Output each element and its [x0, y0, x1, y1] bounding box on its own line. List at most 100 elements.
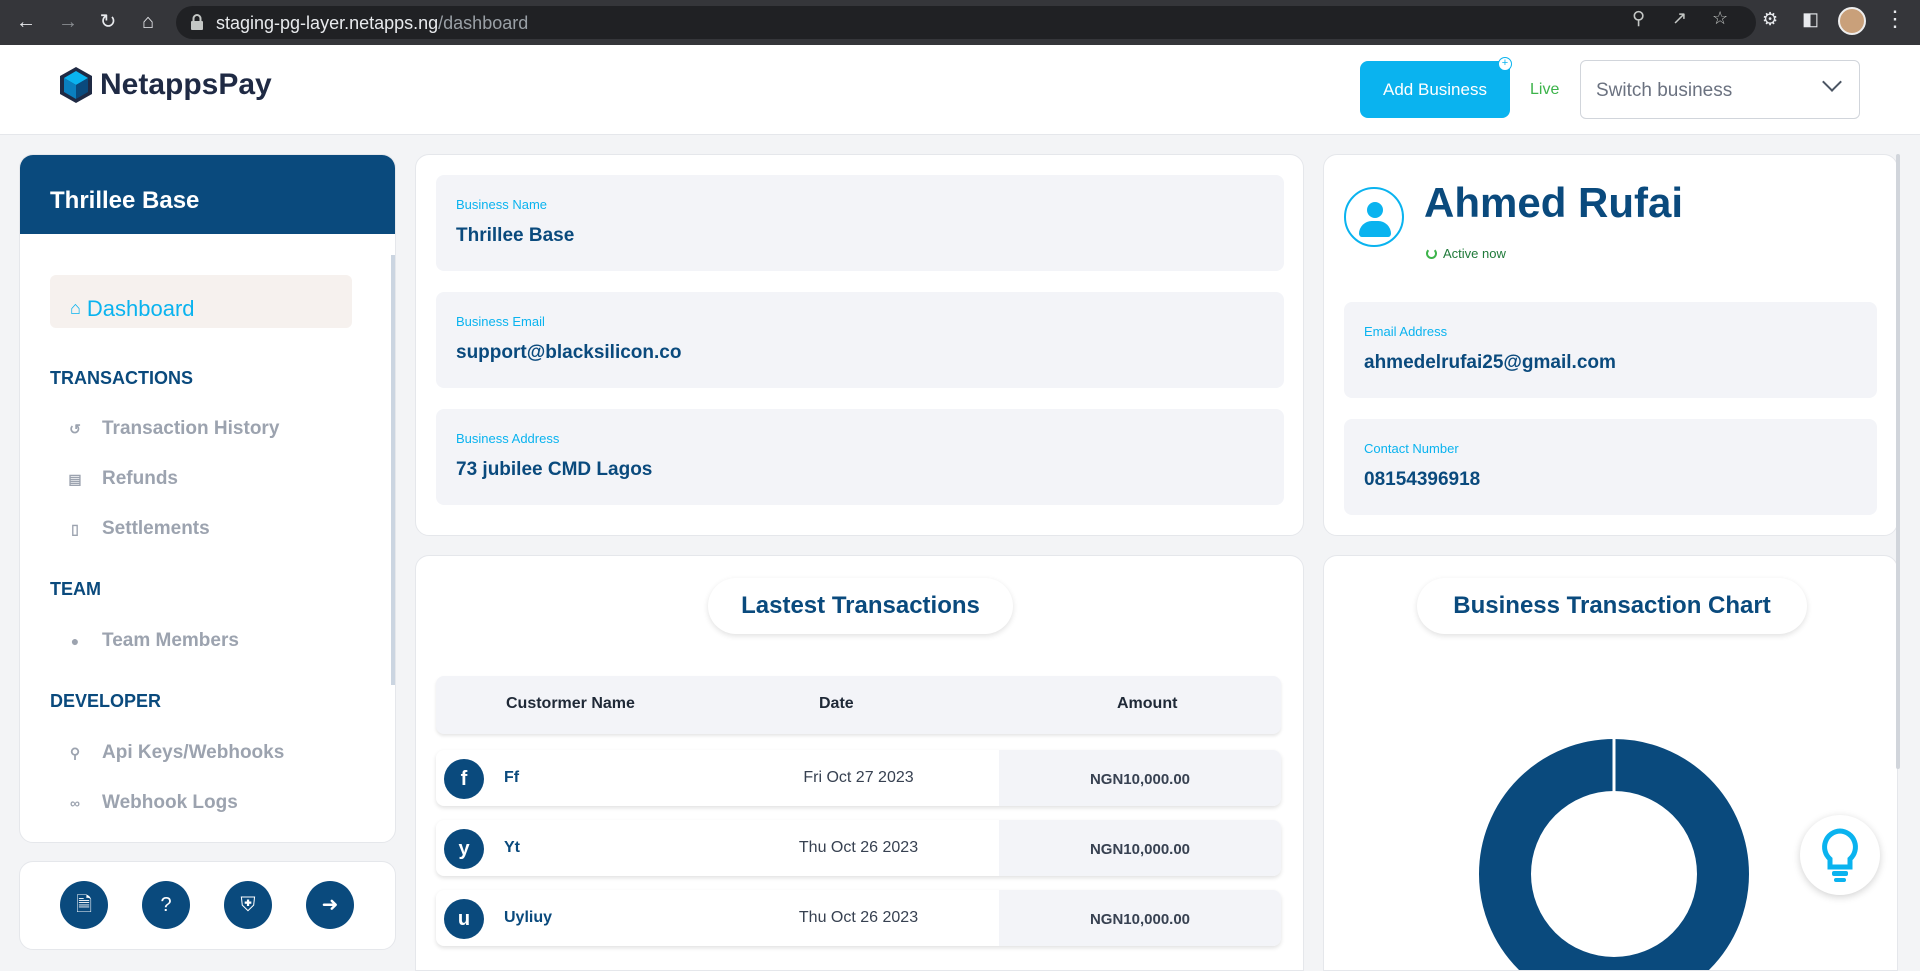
phone-icon: ▯	[71, 520, 79, 537]
extensions-icon[interactable]: ⚙	[1762, 9, 1778, 30]
sidebar-item-refunds[interactable]: ▤ Refunds	[66, 468, 178, 490]
user-avatar-icon	[1344, 187, 1404, 247]
column-header: Amount	[1117, 695, 1178, 712]
sidebar-footer: 🗎 ? ⛨ ➜	[19, 861, 396, 950]
sidebar-item-api-keys[interactable]: ⚲ Api Keys/Webhooks	[66, 742, 284, 764]
receipt-icon: ▤	[68, 470, 82, 487]
user-phone-field: Contact Number 08154396918	[1344, 419, 1877, 515]
back-icon[interactable]: ←	[12, 8, 40, 36]
user-email-field: Email Address ahmedelrufai25@gmail.com	[1344, 302, 1877, 398]
browser-toolbar: ← → ↻ ⌂ staging-pg-layer.netapps.ng/dash…	[0, 0, 1920, 45]
star-icon[interactable]: ☆	[1712, 8, 1728, 29]
menu-icon[interactable]: ⋮	[1884, 6, 1906, 32]
sidebar-item-label: Transaction History	[102, 418, 280, 439]
switch-business-placeholder: Switch business	[1596, 80, 1733, 101]
sidebar-item-label: Refunds	[102, 468, 178, 489]
url-text: staging-pg-layer.netapps.ng/dashboard	[216, 13, 529, 33]
key-icon[interactable]: ⚲	[1632, 8, 1645, 29]
section-team: TEAM	[50, 579, 101, 599]
transaction-amount: NGN10,000.00	[1089, 771, 1191, 788]
chevron-down-icon	[1822, 72, 1842, 92]
column-header: Custormer Name	[506, 695, 635, 712]
field-label: Business Email	[456, 314, 545, 329]
page-scrollbar[interactable]	[1896, 154, 1900, 769]
donut-chart[interactable]	[1479, 739, 1749, 971]
customer-avatar: y	[444, 829, 484, 869]
table-row[interactable]: y Yt Thu Oct 26 2023 NGN10,000.00	[436, 820, 1281, 876]
field-label: Business Name	[456, 197, 548, 212]
sidebar-item-dashboard[interactable]: ⌂ Dashboard	[50, 275, 352, 328]
sidebar: Thrillee Base ⌂ Dashboard TRANSACTIONS ↺…	[19, 154, 396, 843]
transaction-amount: NGN10,000.00	[1089, 911, 1191, 928]
customer-name: Ff	[504, 769, 520, 786]
share-icon[interactable]: ↗	[1672, 8, 1687, 29]
customer-name: Uyliuy	[504, 909, 553, 926]
team-icon: ●	[70, 633, 80, 649]
switch-business-select[interactable]: Switch business	[1580, 60, 1860, 119]
transaction-date: Thu Oct 26 2023	[798, 839, 919, 856]
transaction-amount: NGN10,000.00	[1089, 841, 1191, 858]
webhook-icon: ∞	[70, 795, 80, 811]
customer-avatar: f	[444, 759, 484, 799]
field-value: Thrillee Base	[456, 225, 575, 246]
chart-title: Business Transaction Chart	[1417, 578, 1807, 634]
address-bar[interactable]: staging-pg-layer.netapps.ng/dashboard	[176, 6, 1756, 39]
column-header: Date	[819, 695, 854, 712]
field-label: Contact Number	[1364, 441, 1459, 456]
sidebar-item-webhook-logs[interactable]: ∞ Webhook Logs	[66, 792, 238, 814]
sidebar-item-label: Webhook Logs	[102, 792, 238, 813]
field-value: 73 jubilee CMD Lagos	[456, 459, 653, 480]
add-business-button[interactable]: Add Business	[1360, 61, 1510, 118]
transaction-date: Fri Oct 27 2023	[803, 769, 914, 786]
table-header: Custormer Name Date Amount	[436, 676, 1281, 734]
business-email-field: Business Email support@blacksilicon.co	[436, 292, 1284, 388]
logout-icon[interactable]: ➜	[306, 881, 354, 929]
status-icon	[1426, 248, 1437, 259]
history-icon: ↺	[69, 420, 81, 437]
reload-icon[interactable]: ↻	[94, 8, 122, 36]
sidebar-business-name: Thrillee Base	[20, 155, 395, 234]
customer-avatar: u	[444, 899, 484, 939]
forward-icon[interactable]: →	[54, 8, 82, 36]
business-info-card: Business Name Thrillee Base Business Ema…	[415, 154, 1304, 536]
sidebar-item-team-members[interactable]: ● Team Members	[66, 630, 239, 652]
field-value: 08154396918	[1364, 469, 1481, 490]
table-row[interactable]: u Uyliuy Thu Oct 26 2023 NGN10,000.00	[436, 890, 1281, 946]
key-icon: ⚲	[69, 744, 81, 761]
transaction-chart-card: Business Transaction Chart	[1323, 555, 1898, 971]
document-icon[interactable]: 🗎	[60, 881, 108, 929]
home-icon[interactable]: ⌂	[134, 8, 162, 36]
sidebar-item-label: Api Keys/Webhooks	[102, 742, 285, 763]
logo[interactable]: NetappsPay	[58, 65, 272, 105]
live-mode-label: Live	[1530, 81, 1560, 98]
field-value: support@blacksilicon.co	[456, 342, 682, 363]
field-label: Email Address	[1364, 324, 1448, 339]
user-profile-card: Ahmed Rufai Active now Email Address ahm…	[1323, 154, 1898, 536]
section-transactions: TRANSACTIONS	[50, 368, 193, 388]
table-row[interactable]: f Ff Fri Oct 27 2023 NGN10,000.00	[436, 750, 1281, 806]
transaction-date: Thu Oct 26 2023	[798, 909, 919, 926]
business-name-field: Business Name Thrillee Base	[436, 175, 1284, 271]
side-panel-icon[interactable]: ◧	[1802, 9, 1819, 30]
help-icon[interactable]: ?	[142, 881, 190, 929]
latest-transactions-card: Lastest Transactions Custormer Name Date…	[415, 555, 1304, 971]
sidebar-item-label: Settlements	[102, 518, 210, 539]
shield-icon[interactable]: ⛨	[224, 881, 272, 929]
business-address-field: Business Address 73 jubilee CMD Lagos	[436, 409, 1284, 505]
sidebar-item-settlements[interactable]: ▯ Settlements	[66, 518, 210, 540]
user-name: Ahmed Rufai	[1424, 179, 1684, 226]
add-plus-icon: +	[1498, 57, 1512, 71]
status-badge: Active now	[1426, 246, 1506, 261]
status-text: Active now	[1443, 246, 1506, 261]
lightbulb-button[interactable]	[1800, 815, 1880, 895]
sidebar-scrollbar[interactable]	[391, 255, 395, 685]
field-value: ahmedelrufai25@gmail.com	[1364, 352, 1616, 373]
lock-icon	[191, 14, 203, 30]
sidebar-item-label: Team Members	[102, 630, 239, 651]
field-label: Business Address	[456, 431, 560, 446]
sidebar-item-transaction-history[interactable]: ↺ Transaction History	[66, 418, 279, 440]
sidebar-item-label: Dashboard	[86, 295, 195, 321]
logo-text: NetappsPay	[100, 68, 272, 101]
section-developer: DEVELOPER	[50, 691, 162, 711]
profile-avatar[interactable]	[1838, 7, 1866, 35]
